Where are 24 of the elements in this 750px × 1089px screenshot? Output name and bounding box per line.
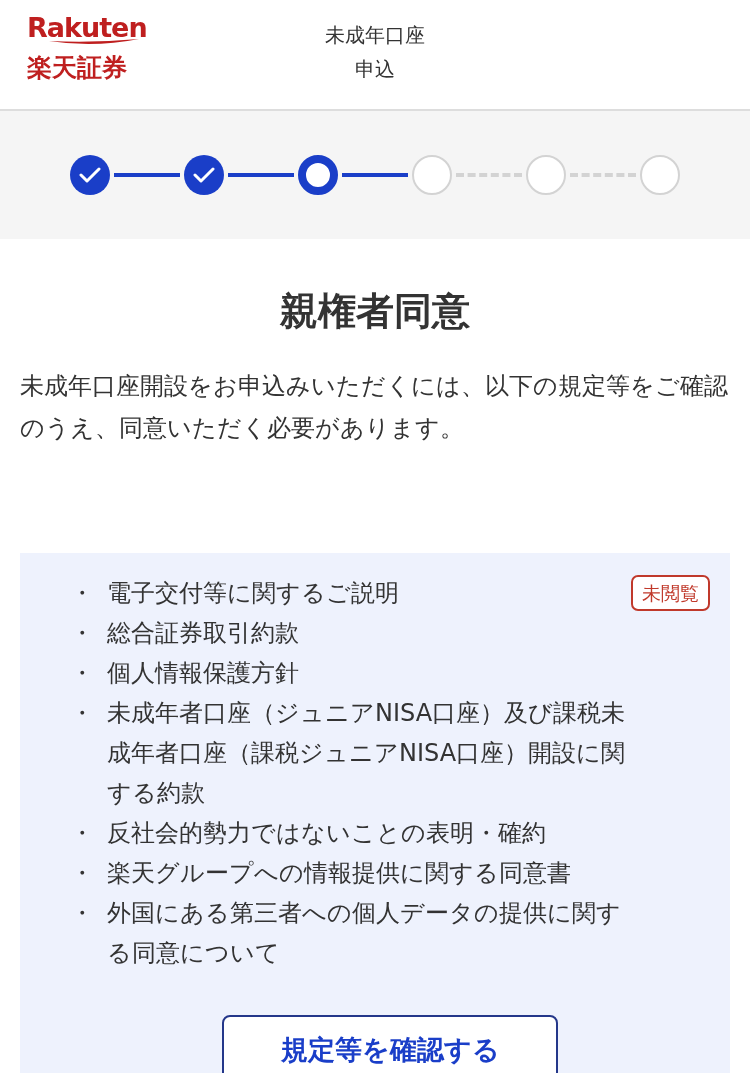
document-title: 楽天グループへの情報提供に関する同意書 bbox=[107, 857, 572, 889]
bullet: ・ bbox=[70, 857, 95, 889]
bullet: ・ bbox=[70, 577, 95, 609]
logo-name: 楽天証券 bbox=[27, 55, 128, 80]
bullet: ・ bbox=[70, 657, 95, 689]
check-icon bbox=[193, 166, 215, 184]
section-heading: 親権者同意 bbox=[279, 289, 471, 335]
bullet: ・ bbox=[70, 897, 95, 929]
page-subtitle: 申込 bbox=[354, 56, 396, 83]
unread-badge: 未閲覧 bbox=[631, 574, 710, 612]
intro-text: 未成年口座開設をお申込みいただくには、以下の規定等をご確認のうえ、同意いただく必要があります。 bbox=[19, 370, 729, 444]
document-title: 個人情報保護方針 bbox=[107, 657, 300, 689]
document-title: 外国にある第三者への個人データの提供に関する同意について bbox=[107, 897, 622, 969]
document-title: 総合証券取引約款 bbox=[107, 617, 300, 649]
bullet: ・ bbox=[70, 617, 95, 649]
bullet: ・ bbox=[70, 697, 95, 729]
page-title: 未成年口座 bbox=[324, 22, 426, 49]
logo-wordmark: Rakuten bbox=[27, 14, 147, 41]
document-title: 電子交付等に関するご説明 bbox=[107, 577, 400, 609]
document-title: 未成年者口座（ジュニアNISA口座）及び課税未成年者口座（課税ジュニアNISA口座）開設に関する約款 bbox=[107, 697, 627, 809]
check-icon bbox=[79, 166, 101, 184]
confirm-button[interactable]: 規定等を確認する bbox=[222, 1014, 558, 1073]
document-title: 反社会的勢力ではないことの表明・確約 bbox=[107, 817, 547, 849]
bullet: ・ bbox=[70, 817, 95, 849]
